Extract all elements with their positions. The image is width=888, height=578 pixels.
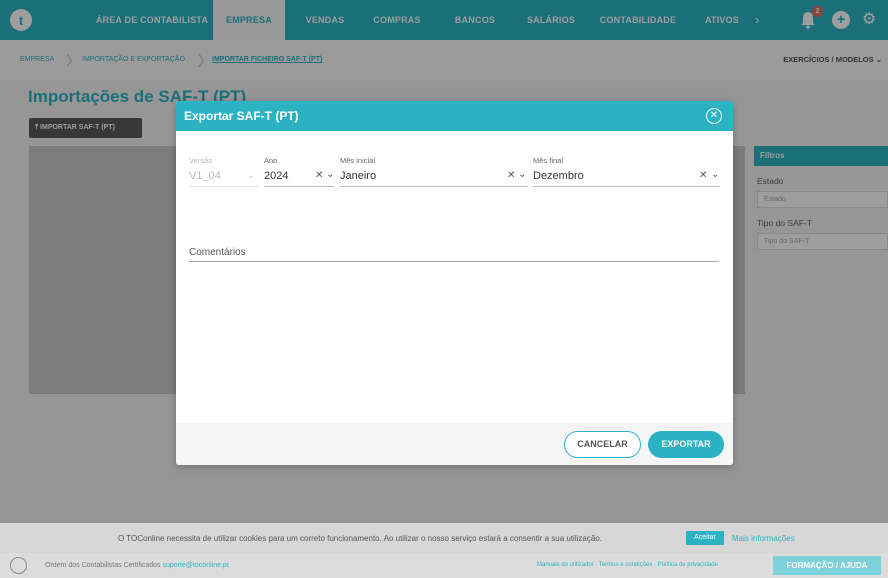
formacao-ajuda-button[interactable]: FORMAÇÃO / AJUDA (773, 556, 881, 575)
comentarios-underline (189, 261, 719, 262)
mes-final-underline (533, 186, 720, 187)
ano-select[interactable]: 2024 (264, 170, 288, 182)
export-button[interactable]: EXPORTAR (648, 431, 724, 458)
versao-underline (189, 186, 259, 187)
close-icon[interactable]: ✕ (706, 108, 722, 124)
accept-cookies-button[interactable]: Aceitar (686, 531, 724, 545)
mes-final-select[interactable]: Dezembro (533, 170, 584, 182)
cookie-bar: O TOConline necessita de utilizar cookie… (0, 523, 888, 553)
chevron-down-icon[interactable]: ⌄ (518, 169, 526, 180)
cancel-button[interactable]: CANCELAR (564, 431, 641, 458)
versao-select: V1_04 (189, 170, 221, 182)
comentarios-field[interactable]: Comentários (189, 247, 246, 258)
mes-inicial-underline (340, 186, 528, 187)
dialog-footer: CANCELAR EXPORTAR (176, 423, 733, 465)
occ-logo-icon (10, 557, 27, 574)
clear-mes-inicial-icon[interactable]: ✕ (507, 170, 515, 181)
chevron-down-icon: ⌄ (247, 170, 256, 181)
clear-ano-icon[interactable]: ✕ (315, 170, 323, 181)
footer-links[interactable]: Manuais do utilizador · Termos e condiçõ… (537, 562, 718, 568)
export-saft-dialog: Exportar SAF-T (PT) ✕ Versão V1_04 ⌄ Ano… (176, 101, 733, 465)
dialog-title: Exportar SAF-T (PT) (184, 109, 299, 123)
chevron-down-icon[interactable]: ⌄ (711, 169, 719, 180)
support-email-link[interactable]: suporte@toconline.pt (163, 562, 229, 569)
clear-mes-final-icon[interactable]: ✕ (699, 170, 707, 181)
footer-org: Ordem dos Contabilistas Certificados sup… (45, 562, 229, 569)
mes-final-label: Mês final (533, 156, 564, 165)
cookie-text: O TOConline necessita de utilizar cookie… (118, 534, 602, 543)
ano-underline (264, 186, 334, 187)
chevron-down-icon[interactable]: ⌄ (326, 169, 334, 180)
versao-label: Versão (189, 156, 213, 165)
footer-org-name: Ordem dos Contabilistas Certificados (45, 562, 161, 569)
mes-inicial-select[interactable]: Janeiro (340, 170, 376, 182)
footer: Ordem dos Contabilistas Certificados sup… (0, 553, 888, 578)
ano-label: Ano (264, 156, 278, 165)
mes-inicial-label: Mês inicial (340, 156, 376, 165)
more-info-link[interactable]: Mais informações (732, 534, 795, 543)
dialog-header: Exportar SAF-T (PT) ✕ (176, 101, 733, 131)
